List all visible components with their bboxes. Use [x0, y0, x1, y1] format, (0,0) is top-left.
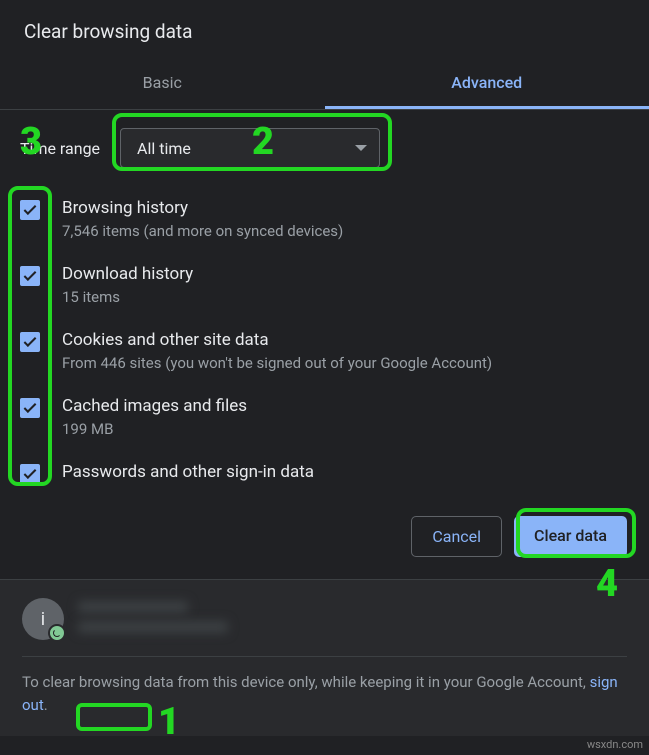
note-text-after: .	[44, 696, 48, 714]
tab-advanced[interactable]: Advanced	[325, 59, 649, 109]
check-icon	[24, 466, 37, 479]
list-item: Passwords and other sign-in data	[20, 450, 629, 498]
time-range-label: Time range	[20, 139, 100, 158]
item-title: Cookies and other site data	[62, 330, 629, 350]
account-text	[78, 599, 228, 639]
account-section: i To clear browsing data from this devic…	[0, 579, 649, 736]
list-item: Cookies and other site data From 446 sit…	[20, 318, 629, 384]
check-icon	[24, 202, 37, 215]
checkbox-cookies[interactable]	[20, 332, 40, 352]
note-text-before: To clear browsing data from this device …	[22, 673, 590, 691]
check-icon	[24, 334, 37, 347]
checkbox-cached-images[interactable]	[20, 398, 40, 418]
account-row: i	[22, 598, 627, 657]
item-subtitle: From 446 sites (you won't be signed out …	[62, 354, 629, 372]
dialog-actions: Cancel Clear data	[0, 498, 649, 579]
time-range-value: All time	[137, 139, 191, 158]
avatar: i	[22, 598, 64, 640]
checkbox-download-history[interactable]	[20, 266, 40, 286]
watermark: wsxdn.com	[587, 738, 643, 751]
cancel-button[interactable]: Cancel	[411, 516, 502, 557]
item-subtitle: 15 items	[62, 288, 629, 306]
list-item: Cached images and files 199 MB	[20, 384, 629, 450]
item-title: Passwords and other sign-in data	[62, 462, 629, 482]
time-range-row: Time range All time	[0, 110, 649, 176]
clear-data-button[interactable]: Clear data	[514, 516, 627, 557]
item-subtitle: 7,546 items (and more on synced devices)	[62, 222, 629, 240]
item-title: Download history	[62, 264, 629, 284]
chevron-down-icon	[355, 145, 367, 151]
item-title: Browsing history	[62, 198, 629, 218]
item-subtitle: 199 MB	[62, 420, 629, 438]
dialog-title: Clear browsing data	[0, 0, 649, 59]
sync-icon	[48, 624, 66, 642]
check-icon	[24, 268, 37, 281]
data-type-list: Browsing history 7,546 items (and more o…	[0, 176, 649, 498]
list-item: Download history 15 items	[20, 252, 629, 318]
check-icon	[24, 400, 37, 413]
avatar-letter: i	[41, 609, 45, 630]
tab-bar: Basic Advanced	[0, 59, 649, 110]
checkbox-passwords[interactable]	[20, 464, 40, 484]
sign-out-note: To clear browsing data from this device …	[22, 671, 627, 716]
item-title: Cached images and files	[62, 396, 629, 416]
time-range-select[interactable]: All time	[120, 128, 380, 168]
list-item: Browsing history 7,546 items (and more o…	[20, 186, 629, 252]
tab-basic[interactable]: Basic	[0, 59, 325, 109]
checkbox-browsing-history[interactable]	[20, 200, 40, 220]
